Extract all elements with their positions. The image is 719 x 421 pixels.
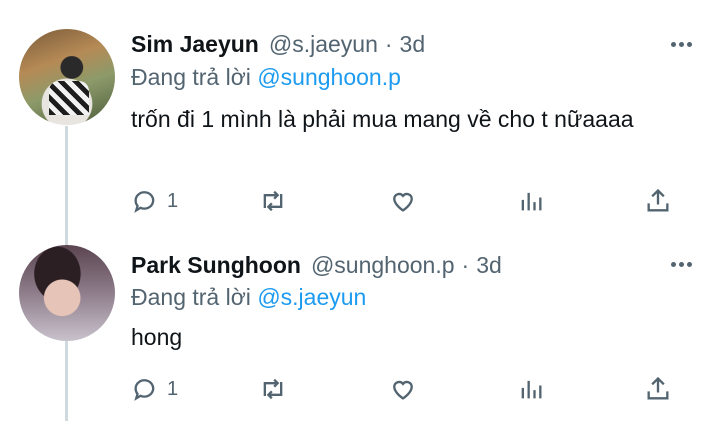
reply-bubble-icon (134, 379, 155, 401)
retweet-button[interactable] (259, 184, 287, 218)
tweet-text: trốn đi 1 mình là phải mua mang về cho t… (131, 106, 634, 132)
bar-chart-icon (521, 380, 542, 399)
tweet-actions: 1 (131, 372, 691, 406)
reply-count: 1 (167, 377, 179, 400)
heart-icon (393, 192, 413, 212)
retweet-button[interactable] (259, 372, 287, 406)
more-horizontal-icon (670, 41, 676, 47)
tweet[interactable]: Sim Jaeyun @s.jaeyun · 3d Đang trả lời @… (0, 0, 719, 235)
reply-button[interactable]: 1 (131, 184, 178, 218)
more-horizontal-icon (670, 261, 676, 267)
separator-dot: · (461, 252, 470, 278)
more-options-button[interactable] (669, 252, 693, 276)
replying-to: Đang trả lời @sunghoon.p (131, 64, 401, 91)
tweet-text: hong (131, 324, 183, 350)
heart-icon (393, 380, 413, 400)
replying-to-mention[interactable]: @s.jaeyun (257, 284, 366, 310)
like-button[interactable] (389, 184, 417, 218)
author-name[interactable]: Sim Jaeyun (131, 31, 259, 58)
retweet-icon (263, 190, 283, 212)
bar-chart-icon (521, 192, 542, 211)
author-handle[interactable]: @s.jaeyun (269, 31, 378, 58)
replying-to-label: Đang trả lời (131, 284, 251, 310)
timestamp[interactable]: 3d (400, 31, 426, 58)
author-name[interactable]: Park Sunghoon (131, 252, 301, 279)
more-options-button[interactable] (669, 32, 693, 56)
author-handle[interactable]: @sunghoon.p (311, 252, 455, 279)
retweet-icon (263, 378, 283, 400)
reply-button[interactable]: 1 (131, 372, 178, 406)
replying-to-label: Đang trả lời (131, 64, 251, 90)
separator-dot: · (384, 31, 393, 57)
avatar[interactable] (19, 245, 115, 341)
reply-bubble-icon (134, 191, 155, 213)
stats-button[interactable] (517, 372, 545, 406)
avatar[interactable] (19, 29, 115, 125)
share-button[interactable] (644, 184, 672, 218)
replying-to-mention[interactable]: @sunghoon.p (257, 64, 401, 90)
share-upload-icon (647, 188, 669, 212)
share-button[interactable] (644, 372, 672, 406)
timestamp[interactable]: 3d (476, 252, 502, 279)
tweet-header: Park Sunghoon @sunghoon.p · 3d (131, 252, 502, 279)
tweet-actions: 1 (131, 184, 691, 218)
stats-button[interactable] (517, 184, 545, 218)
share-upload-icon (647, 376, 669, 400)
replying-to: Đang trả lời @s.jaeyun (131, 284, 366, 311)
reply-count: 1 (167, 189, 179, 212)
tweet-header: Sim Jaeyun @s.jaeyun · 3d (131, 31, 425, 58)
like-button[interactable] (389, 372, 417, 406)
